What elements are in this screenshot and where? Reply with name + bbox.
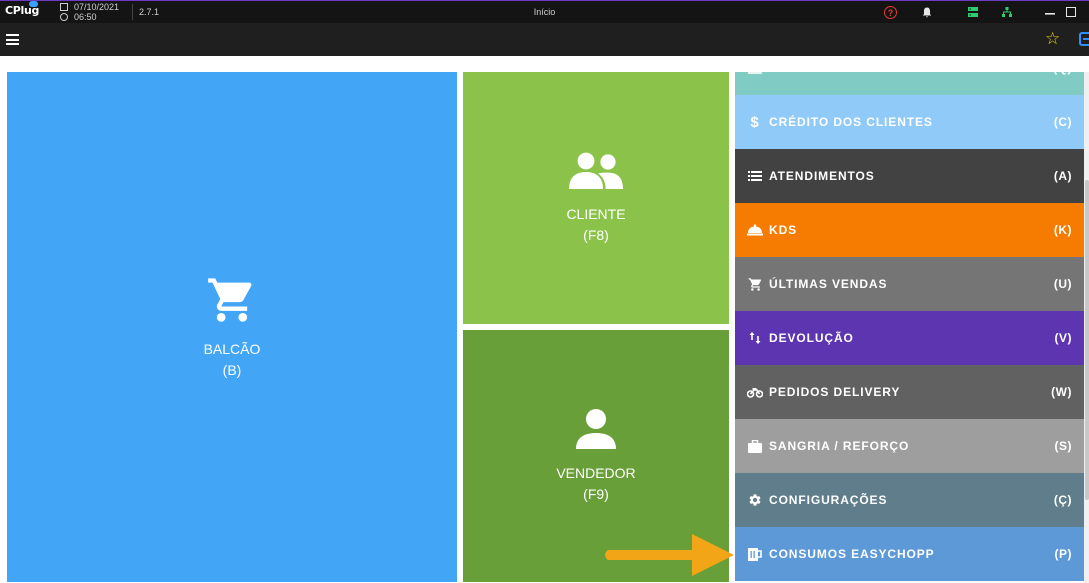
list-icon bbox=[747, 168, 763, 184]
server-icon[interactable] bbox=[966, 5, 980, 19]
shortcut-label: DEVOLUÇÃO bbox=[769, 331, 854, 345]
version-text: 2.7.1 bbox=[139, 7, 160, 17]
shortcut-key: (Ç) bbox=[1053, 493, 1072, 507]
date-text: 07/10/2021 bbox=[74, 2, 120, 12]
star-icon[interactable]: ☆ bbox=[1045, 30, 1060, 47]
cliente-label: CLIENTE bbox=[566, 205, 626, 222]
shortcut-list: CONSULTA(Q) $ CRÉDITO DOS CLIENTES (C) ATEND… bbox=[735, 72, 1084, 583]
shortcut-label: CRÉDITO DOS CLIENTES bbox=[769, 115, 933, 129]
shortcut-key: (K) bbox=[1053, 223, 1072, 237]
shortcut-label: CONFIGURAÇÕES bbox=[769, 493, 888, 507]
shortcut-item[interactable]: CONFIGURAÇÕES (Ç) bbox=[735, 473, 1084, 527]
motorbike-icon bbox=[747, 384, 763, 400]
shortcut-label: SANGRIA / REFORÇO bbox=[769, 439, 910, 453]
briefcase-icon bbox=[747, 438, 763, 454]
shortcut-key: (U) bbox=[1053, 277, 1072, 291]
dollar-icon: $ bbox=[750, 113, 760, 131]
shortcut-key: (C) bbox=[1053, 115, 1072, 129]
shortcut-key: (S) bbox=[1054, 439, 1072, 453]
shortcut-key: (Q) bbox=[1053, 72, 1072, 75]
minimize-button[interactable] bbox=[1043, 5, 1057, 19]
cliente-key: (F8) bbox=[583, 226, 609, 243]
person-icon bbox=[574, 408, 618, 455]
shortcut-key: (W) bbox=[1051, 385, 1072, 399]
shortcut-label: CONSULTA bbox=[769, 72, 1053, 75]
shortcut-item[interactable]: ATENDIMENTOS (A) bbox=[735, 149, 1084, 203]
vendedor-label: VENDEDOR bbox=[556, 464, 636, 481]
network-icon[interactable] bbox=[1000, 5, 1014, 19]
shopping-cart-icon bbox=[206, 274, 258, 331]
datetime-block: 07/10/2021 06:50 bbox=[60, 2, 119, 22]
clock-icon bbox=[60, 13, 68, 21]
vendedor-key: (F9) bbox=[583, 485, 609, 502]
cloche-icon bbox=[747, 222, 763, 238]
people-icon bbox=[568, 151, 624, 196]
shortcut-label: PEDIDOS DELIVERY bbox=[769, 385, 901, 399]
shortcut-item[interactable]: CONSULTA(Q) bbox=[735, 72, 1084, 95]
balcao-label: BALCÃO bbox=[203, 340, 261, 357]
balcao-tile[interactable]: BALCÃO (B) bbox=[7, 72, 457, 582]
help-icon[interactable]: ? bbox=[884, 6, 897, 19]
logo-bubble bbox=[29, 1, 38, 7]
side-panel-icon[interactable] bbox=[1079, 32, 1089, 46]
annotation-arrow bbox=[605, 534, 734, 576]
shortcut-label: CONSUMOS EASYCHOPP bbox=[769, 547, 935, 561]
cart-icon bbox=[747, 276, 763, 292]
shortcut-label: ATENDIMENTOS bbox=[769, 169, 875, 183]
shortcut-item[interactable]: SANGRIA / REFORÇO (S) bbox=[735, 419, 1084, 473]
shortcut-item[interactable]: KDS (K) bbox=[735, 203, 1084, 257]
gear-icon bbox=[747, 492, 763, 508]
list-box-icon bbox=[747, 72, 763, 76]
shortcut-key: (A) bbox=[1053, 169, 1072, 183]
shortcut-label: ÚLTIMAS VENDAS bbox=[769, 277, 888, 291]
shortcut-item[interactable]: $ CRÉDITO DOS CLIENTES (C) bbox=[735, 95, 1084, 149]
titlebar-divider bbox=[132, 4, 133, 20]
shortcut-key: (P) bbox=[1054, 547, 1072, 561]
time-text: 06:50 bbox=[74, 12, 97, 22]
app-logo: CPlug bbox=[5, 1, 39, 20]
swap-vertical-icon bbox=[747, 330, 763, 346]
maximize-button[interactable] bbox=[1064, 5, 1078, 19]
bell-icon[interactable] bbox=[920, 5, 934, 19]
calendar-icon bbox=[60, 3, 68, 11]
shortcut-item[interactable]: DEVOLUÇÃO (V) bbox=[735, 311, 1084, 365]
shortcut-item[interactable]: ÚLTIMAS VENDAS (U) bbox=[735, 257, 1084, 311]
shortcut-item[interactable]: CONSUMOS EASYCHOPP (P) bbox=[735, 527, 1084, 581]
scrollbar-thumb[interactable] bbox=[1085, 180, 1089, 500]
app-toolbar: ☆ bbox=[0, 23, 1089, 56]
shortcut-label: KDS bbox=[769, 223, 798, 237]
maximize-icon bbox=[1066, 7, 1076, 17]
shortcut-item[interactable]: PEDIDOS DELIVERY (W) bbox=[735, 365, 1084, 419]
cliente-tile[interactable]: CLIENTE (F8) bbox=[463, 72, 729, 324]
hamburger-menu-icon[interactable] bbox=[6, 34, 19, 45]
balcao-key: (B) bbox=[222, 361, 242, 378]
shortcut-key: (V) bbox=[1054, 331, 1072, 345]
beer-mug-icon bbox=[747, 546, 763, 562]
title-bar: CPlug 07/10/2021 06:50 2.7.1 Início ? bbox=[0, 0, 1089, 23]
